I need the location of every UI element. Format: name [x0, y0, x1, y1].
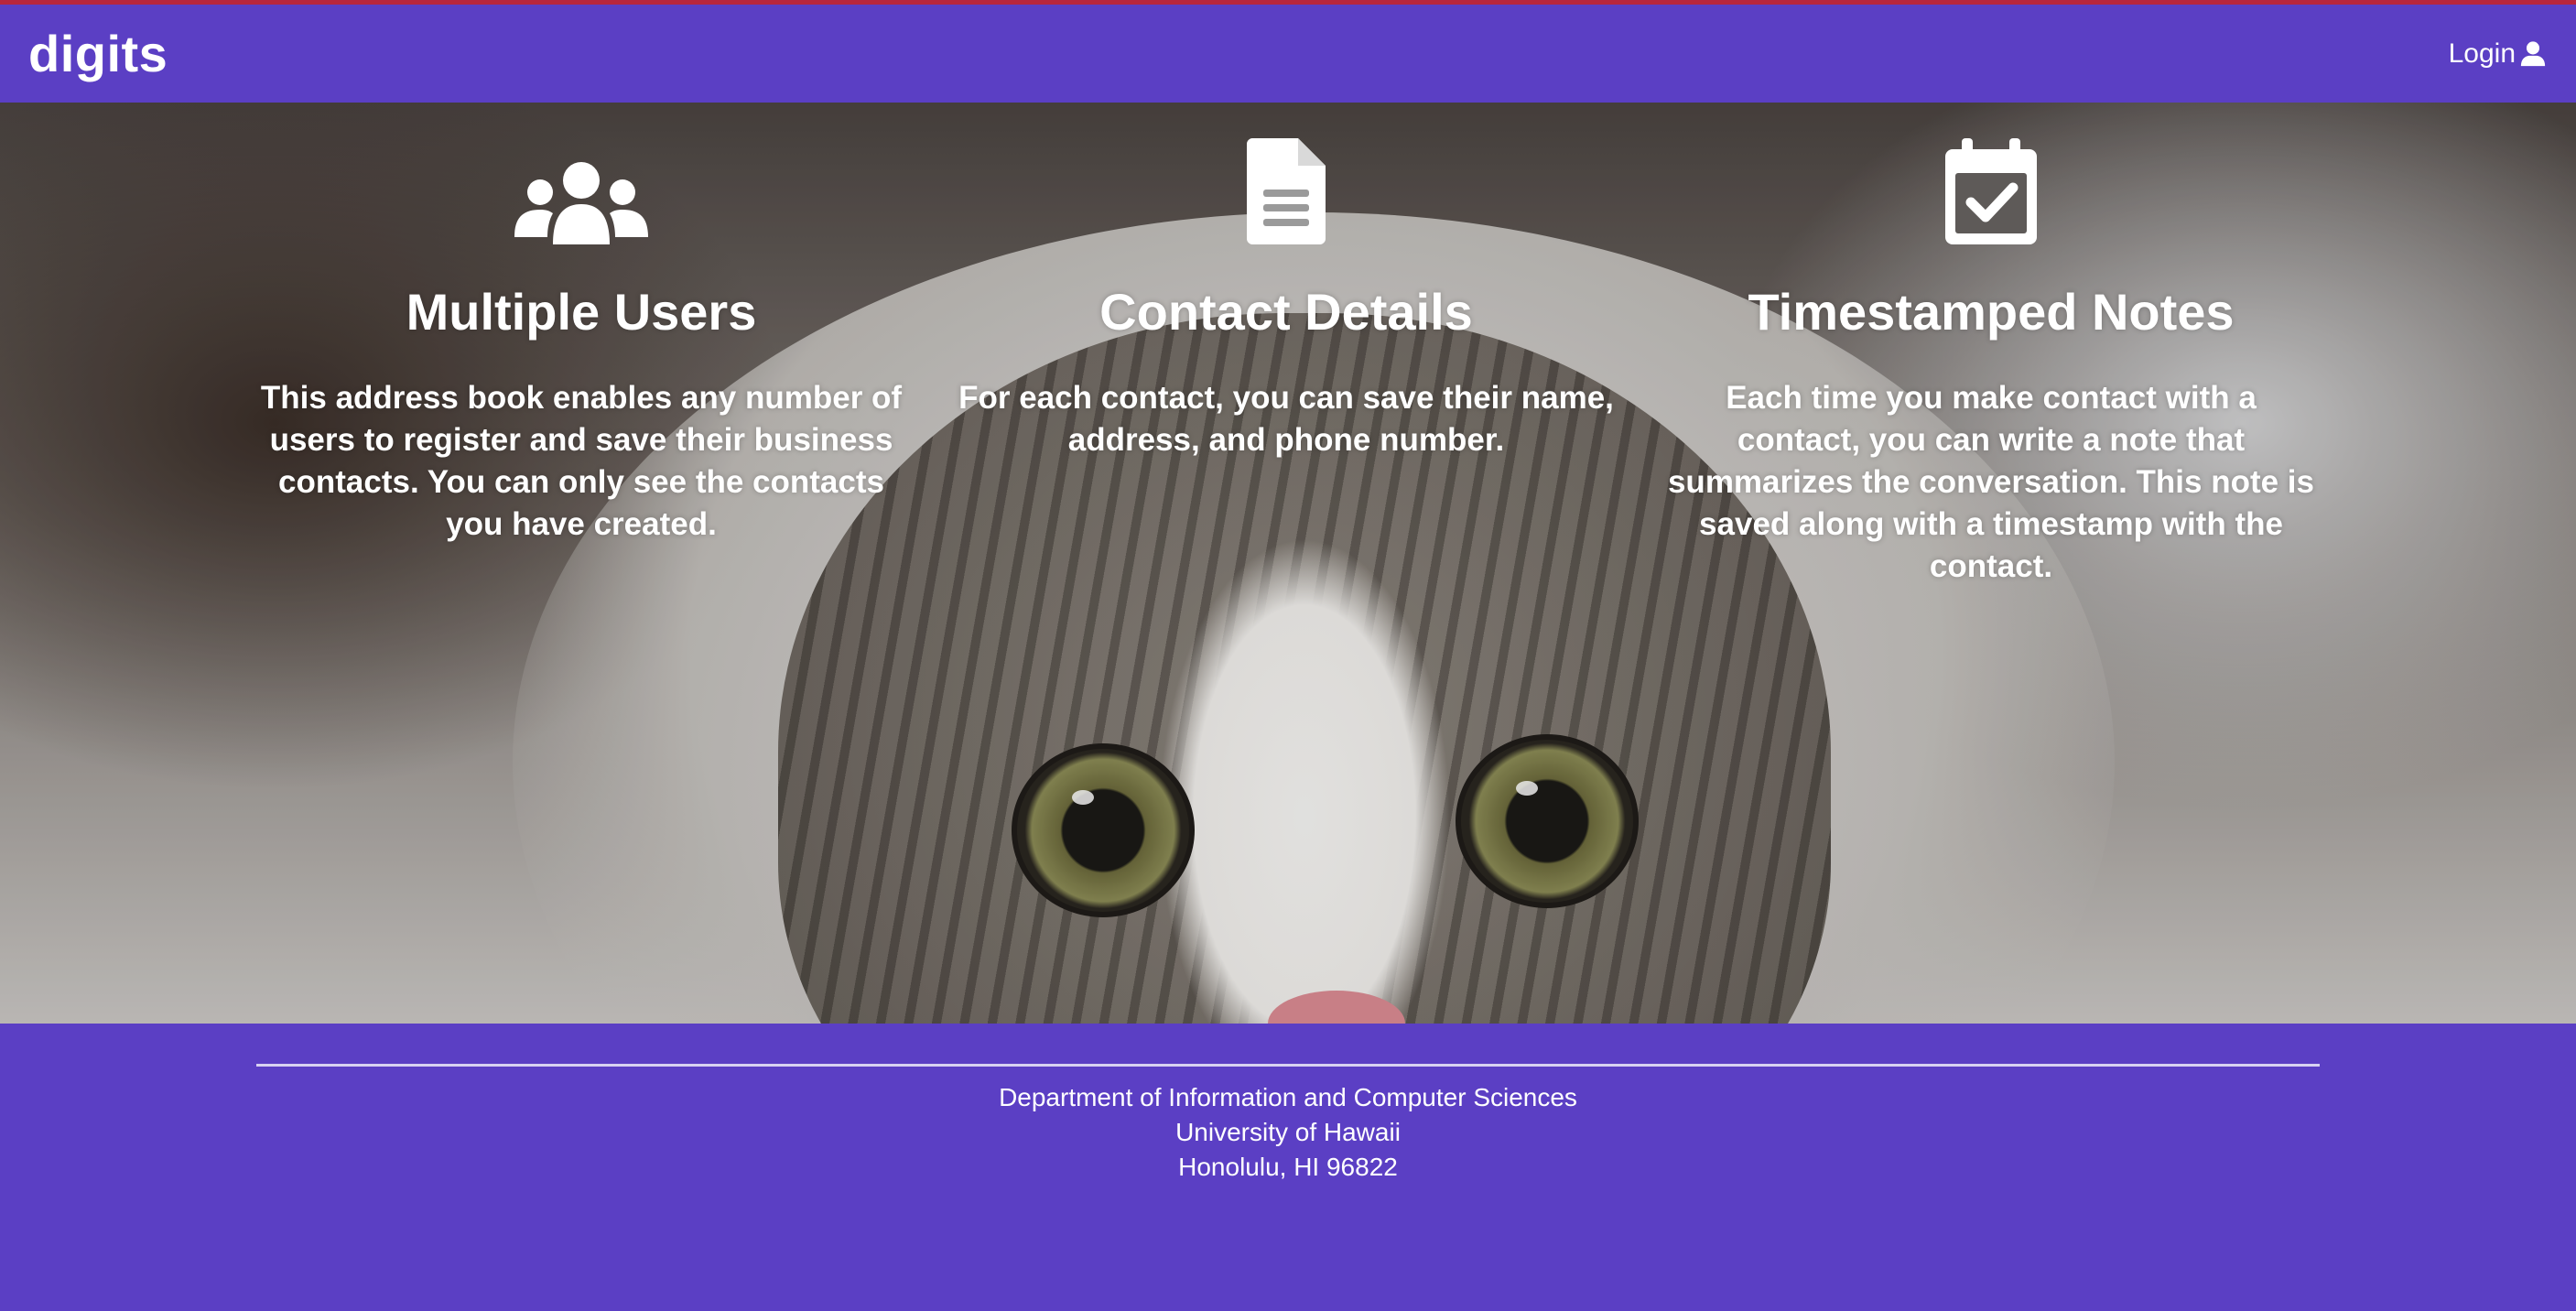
top-navbar: digits Login	[0, 5, 2576, 103]
footer-address: Department of Information and Computer S…	[0, 1080, 2576, 1185]
feature-title: Multiple Users	[406, 283, 757, 341]
feature-title: Timestamped Notes	[1748, 283, 2235, 341]
footer-department: Department of Information and Computer S…	[999, 1083, 1577, 1111]
login-button[interactable]: Login	[2449, 38, 2547, 70]
footer: Department of Information and Computer S…	[0, 1024, 2576, 1311]
brand-logo-link[interactable]: digits	[28, 27, 168, 80]
user-icon	[2520, 40, 2546, 66]
footer-divider	[256, 1064, 2320, 1067]
page: digits Login Multiple Users This address…	[0, 0, 2576, 1311]
login-label: Login	[2448, 38, 2516, 69]
feature-multiple-users: Multiple Users This address book enables…	[252, 130, 911, 546]
feature-title: Contact Details	[1099, 283, 1473, 341]
feature-description: This address book enables any number of …	[260, 380, 903, 543]
feature-timestamped-notes: Timestamped Notes Each time you make con…	[1661, 130, 2321, 588]
feature-description: For each contact, you can save their nam…	[958, 380, 1614, 459]
features-section: Multiple Users This address book enables…	[0, 103, 2576, 1024]
calendar-check-icon	[1945, 138, 2037, 244]
footer-university: University of Hawaii	[1175, 1118, 1401, 1146]
users-icon	[514, 162, 648, 244]
feature-contact-details: Contact Details For each contact, you ca…	[957, 130, 1616, 461]
file-text-icon	[1247, 138, 1326, 244]
footer-city: Honolulu, HI 96822	[1178, 1153, 1398, 1181]
feature-description: Each time you make contact with a contac…	[1667, 380, 2315, 585]
